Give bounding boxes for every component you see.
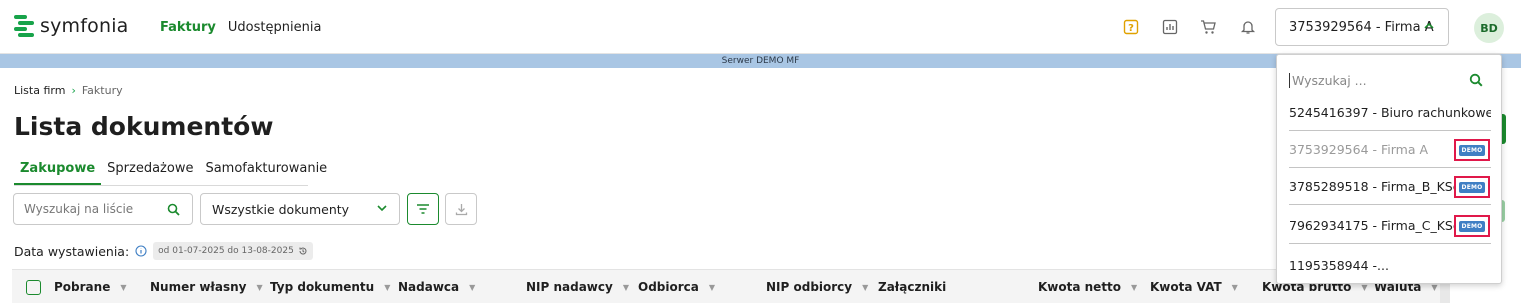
- search-icon[interactable]: [1469, 73, 1483, 87]
- download-icon: [455, 203, 467, 215]
- date-range-chip[interactable]: od 01-07-2025 do 13-08-2025: [153, 242, 313, 260]
- breadcrumb-current: Faktury: [81, 84, 123, 97]
- svg-text:?: ?: [1128, 23, 1134, 34]
- company-search-input[interactable]: Wyszukaj ...: [1289, 63, 1493, 97]
- company-selector[interactable]: 3753929564 - Firma A: [1275, 8, 1449, 46]
- date-filter-label: Data wystawienia:: [14, 243, 130, 259]
- company-option[interactable]: 5245416397 - Biuro rachunkowe...: [1289, 95, 1491, 131]
- filter-button[interactable]: [407, 193, 439, 225]
- chevron-down-icon: [377, 205, 387, 212]
- company-option[interactable]: 1195358944 -...: [1289, 247, 1491, 283]
- logo-text: symfonia: [40, 15, 129, 37]
- cart-icon[interactable]: [1200, 18, 1217, 35]
- top-bar: symfonia Faktury Udostępnienia ? 3753929…: [0, 0, 1521, 54]
- column-header[interactable]: Załączniki: [878, 280, 946, 294]
- column-header[interactable]: Odbiorca ▼: [638, 280, 715, 294]
- action-button-edge[interactable]: [1502, 114, 1506, 144]
- column-header[interactable]: NIP odbiorcy ▼: [766, 280, 868, 294]
- document-type-select[interactable]: Wszystkie dokumenty: [200, 193, 400, 225]
- sort-caret-icon: ▼: [1131, 282, 1138, 292]
- tab-zakupowe[interactable]: Zakupowe: [14, 158, 102, 185]
- text-cursor: [1289, 72, 1290, 88]
- sort-caret-icon: ▼: [469, 282, 476, 292]
- company-selector-value: 3753929564 - Firma A: [1289, 19, 1434, 35]
- help-icon[interactable]: ?: [1122, 18, 1139, 35]
- filter-icon: [417, 204, 429, 214]
- main-nav: Faktury Udostępnienia: [160, 20, 321, 35]
- breadcrumb: Lista firm › Faktury: [14, 84, 123, 97]
- sort-caret-icon: ▼: [256, 282, 263, 292]
- column-header[interactable]: Nadawca ▼: [398, 280, 475, 294]
- sort-caret-icon: ▼: [862, 282, 869, 292]
- report-icon[interactable]: [1161, 18, 1178, 35]
- sort-caret-icon: ▼: [120, 282, 127, 292]
- chevron-up-icon: [1424, 22, 1434, 29]
- search-input[interactable]: Wyszukaj na liście: [13, 193, 193, 225]
- search-icon[interactable]: [167, 203, 180, 216]
- date-range-value: od 01-07-2025 do 13-08-2025: [158, 246, 294, 256]
- column-header[interactable]: Kwota netto ▼: [1038, 280, 1137, 294]
- sort-caret-icon: ▼: [384, 282, 391, 292]
- sort-caret-icon: ▼: [622, 282, 629, 292]
- document-tabs: Zakupowe Sprzedażowe Samofakturowanie: [14, 158, 327, 186]
- avatar[interactable]: BD: [1474, 13, 1504, 43]
- column-header[interactable]: Pobrane ▼: [54, 280, 126, 294]
- select-all-checkbox[interactable]: [26, 280, 41, 295]
- sort-caret-icon: ▼: [1231, 282, 1238, 292]
- demo-badge: DEMO: [1454, 139, 1490, 161]
- sort-caret-icon: ▼: [708, 282, 716, 292]
- tab-sprzedazowe[interactable]: Sprzedażowe: [101, 158, 199, 185]
- nav-faktury[interactable]: Faktury: [160, 20, 216, 35]
- demo-badge: DEMO: [1454, 176, 1490, 198]
- download-button[interactable]: [445, 193, 477, 225]
- company-dropdown: Wyszukaj ... 5245416397 - Biuro rachunko…: [1276, 54, 1502, 284]
- history-icon[interactable]: [298, 246, 308, 256]
- document-type-value: Wszystkie dokumenty: [212, 201, 350, 217]
- chevron-right-icon: ›: [71, 84, 76, 97]
- company-option[interactable]: 7962934175 - Firma_C_KSeF DEMO: [1289, 208, 1491, 244]
- demo-badge: DEMO: [1454, 215, 1490, 237]
- column-header[interactable]: NIP nadawcy ▼: [526, 280, 629, 294]
- page-title: Lista dokumentów: [14, 112, 274, 141]
- date-filter: Data wystawienia: od 01-07-2025 do 13-08…: [14, 242, 313, 260]
- top-icons: ?: [1122, 18, 1256, 35]
- tab-samofakturowanie[interactable]: Samofakturowanie: [199, 158, 333, 185]
- breadcrumb-root[interactable]: Lista firm: [14, 84, 65, 97]
- company-option[interactable]: 3785289518 - Firma_B_KSeF DEMO: [1289, 169, 1491, 205]
- nav-udostepnienia[interactable]: Udostępnienia: [228, 20, 322, 35]
- bell-icon[interactable]: [1239, 18, 1256, 35]
- company-option: 3753929564 - Firma A DEMO: [1289, 132, 1491, 168]
- logo-icon: [14, 15, 34, 37]
- info-icon[interactable]: [135, 245, 147, 257]
- search-placeholder: Wyszukaj na liście: [24, 202, 134, 216]
- column-header[interactable]: Numer własny ▼: [150, 280, 263, 294]
- column-header[interactable]: Kwota VAT ▼: [1150, 280, 1238, 294]
- column-header[interactable]: Typ dokumentu ▼: [270, 280, 390, 294]
- company-search-placeholder: Wyszukaj ...: [1292, 72, 1367, 88]
- logo[interactable]: symfonia: [14, 15, 129, 37]
- table-header: Pobrane ▼ Numer własny ▼ Typ dokumentu ▼ Na…: [12, 269, 1442, 303]
- toggle-edge[interactable]: [1502, 200, 1505, 222]
